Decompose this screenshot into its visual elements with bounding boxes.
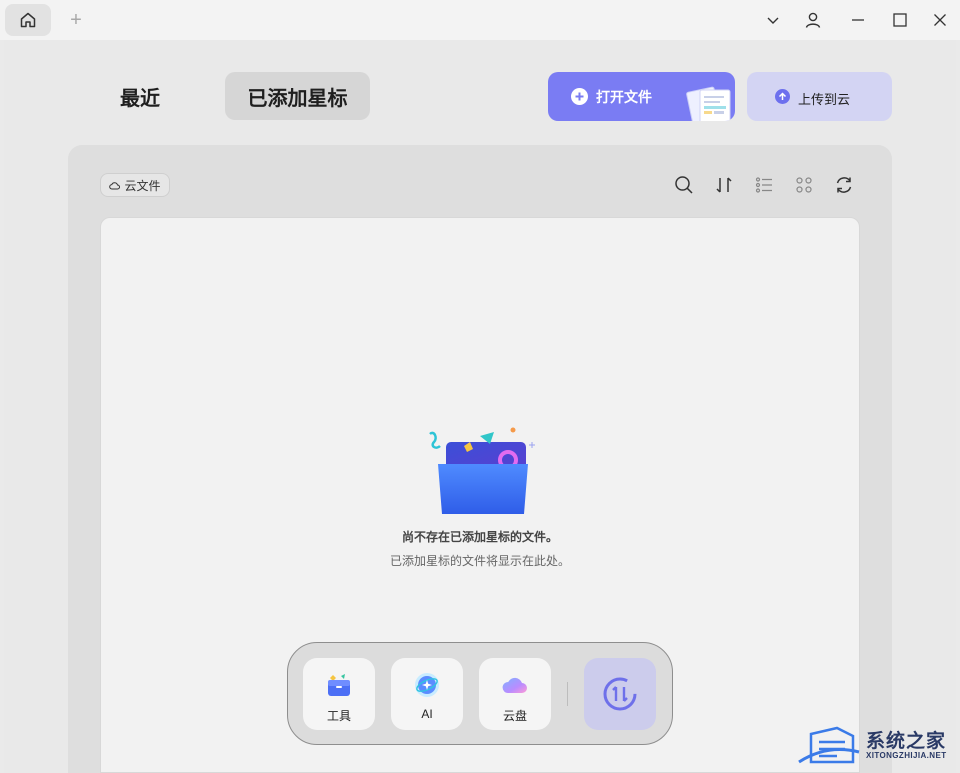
account-button[interactable]: [797, 4, 829, 36]
empty-state-subtitle: 已添加星标的文件将显示在此处。: [389, 554, 570, 568]
dock-cloud-disk-label: 云盘: [502, 709, 527, 723]
dock-tools-label: 工具: [326, 709, 351, 723]
search-button[interactable]: [672, 173, 696, 197]
dock-ai-button[interactable]: AI: [391, 658, 463, 730]
cloud-files-label: 云文件: [124, 178, 161, 193]
open-file-button[interactable]: 打开文件: [548, 72, 735, 121]
refresh-button[interactable]: [832, 173, 856, 197]
empty-state-title: 尚不存在已添加星标的文件。: [401, 530, 558, 544]
tab-recent[interactable]: 最近: [98, 72, 182, 120]
plus-circle-icon: [571, 88, 588, 105]
cloud-icon: [109, 181, 121, 189]
home-icon: [20, 12, 36, 28]
toolbox-icon: [328, 674, 350, 696]
empty-folder-illustration: [429, 427, 535, 514]
documents-icon: [686, 86, 731, 121]
grid-view-button[interactable]: [792, 173, 816, 197]
cloud-disk-icon: [502, 677, 527, 693]
grid-view-icon: [796, 177, 812, 193]
cloud-files-filter[interactable]: 云文件: [100, 173, 170, 197]
dock-cloud-disk-button[interactable]: 云盘: [479, 658, 551, 730]
open-file-label: 打开文件: [596, 89, 652, 105]
maximize-button[interactable]: [884, 4, 916, 36]
home-tab[interactable]: [5, 4, 51, 36]
minimize-button[interactable]: [842, 4, 874, 36]
plus-icon: +: [70, 8, 82, 31]
search-icon: [675, 176, 693, 194]
sort-button[interactable]: [712, 173, 736, 197]
dropdown-button[interactable]: [757, 4, 789, 36]
refresh-icon: [836, 177, 852, 193]
watermark-subtext: XITONGZHIJIA.NET: [866, 751, 947, 760]
upload-label: 上传到云: [798, 92, 851, 107]
close-button[interactable]: [924, 4, 956, 36]
close-icon: [934, 14, 946, 26]
sort-icon: [716, 177, 732, 193]
tab-starred[interactable]: 已添加星标: [225, 72, 370, 120]
new-tab-button[interactable]: +: [64, 8, 88, 32]
list-view-button[interactable]: [752, 173, 776, 197]
list-view-icon: [755, 177, 772, 193]
title-bar: +: [0, 0, 960, 40]
minimize-icon: [852, 19, 864, 21]
watermark-text: 系统之家: [866, 731, 947, 752]
dock-sync-button[interactable]: [584, 658, 656, 730]
maximize-icon: [893, 13, 907, 27]
upload-to-cloud-button[interactable]: 上传到云: [747, 72, 892, 121]
sync-icon: [603, 677, 637, 711]
chevron-down-icon: [767, 17, 779, 24]
user-icon: [805, 12, 821, 28]
dock-divider: [567, 682, 568, 706]
ai-orb-icon: [415, 673, 439, 697]
dock-tools-button[interactable]: 工具: [303, 658, 375, 730]
dock-ai-label: AI: [421, 707, 433, 721]
upload-icon: [775, 89, 790, 104]
